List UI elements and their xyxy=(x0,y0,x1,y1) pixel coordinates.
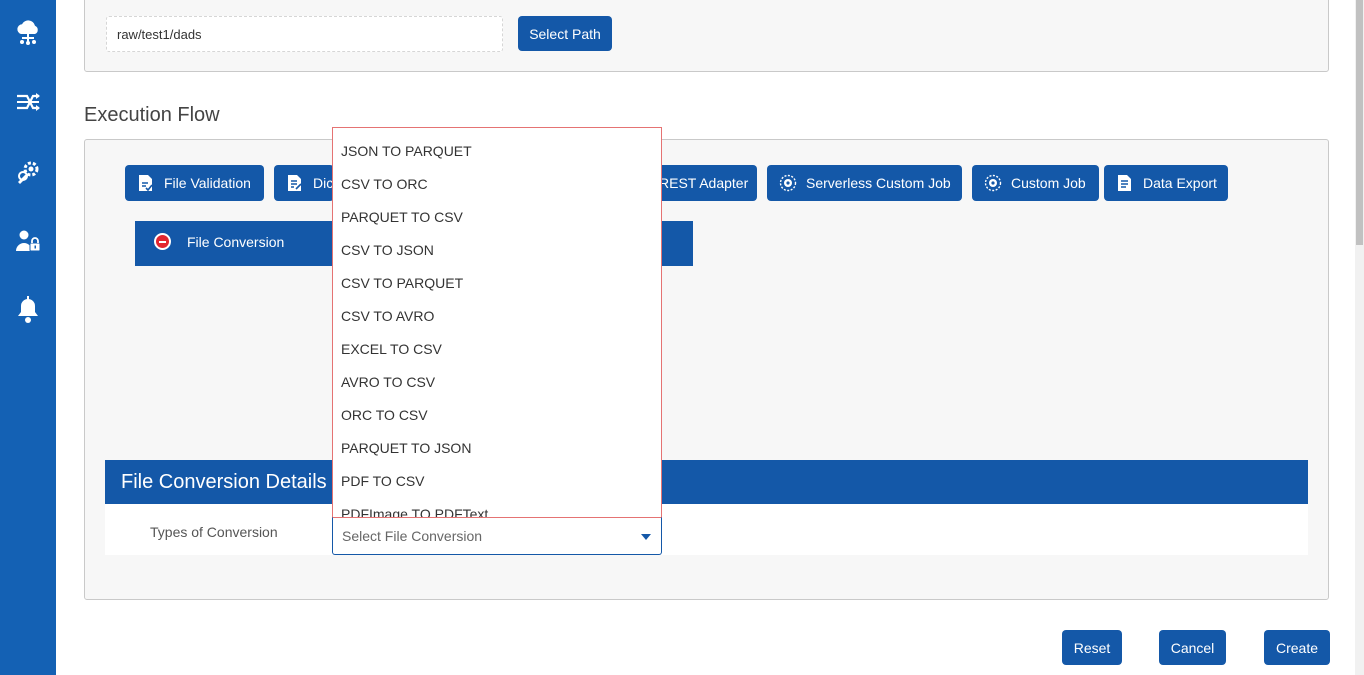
dropdown-option[interactable]: EXCEL TO CSV xyxy=(341,341,442,357)
stage-label: File Conversion xyxy=(187,234,285,250)
dropdown-option[interactable]: JSON TO PARQUET xyxy=(341,143,472,159)
dropdown-option[interactable]: AVRO TO CSV xyxy=(341,374,435,390)
select-placeholder: Select File Conversion xyxy=(342,528,483,544)
select-path-button[interactable]: Select Path xyxy=(518,16,612,51)
gear-circle-icon xyxy=(984,174,1002,192)
path-input[interactable] xyxy=(106,16,503,52)
data-export-label: Data Export xyxy=(1143,175,1217,191)
dropdown-option[interactable]: PDF TO CSV xyxy=(341,473,425,489)
rest-adapter-label: REST Adapter xyxy=(659,175,749,191)
dropdown-option[interactable]: PDFImage TO PDFText xyxy=(341,506,488,517)
document-icon xyxy=(1116,174,1134,192)
data-export-button[interactable]: Data Export xyxy=(1104,165,1228,201)
dropdown-option[interactable]: CSV TO AVRO xyxy=(341,308,434,324)
dropdown-option[interactable]: ORC TO CSV xyxy=(341,407,428,423)
dictionary-button[interactable]: Dic xyxy=(274,165,334,201)
details-body: Types of Conversion xyxy=(105,504,1308,555)
sidebar xyxy=(0,0,56,675)
reset-button[interactable]: Reset xyxy=(1062,630,1122,665)
cloud-network-icon[interactable] xyxy=(12,17,44,49)
shuffle-flow-icon[interactable] xyxy=(12,86,44,118)
file-check-icon xyxy=(137,174,155,192)
conversion-dropdown[interactable]: JSON TO PARQUET CSV TO ORC PARQUET TO CS… xyxy=(332,127,662,517)
cancel-button[interactable]: Cancel xyxy=(1159,630,1226,665)
file-edit-icon xyxy=(286,174,304,192)
file-validation-button[interactable]: File Validation xyxy=(125,165,264,201)
file-conversion-select[interactable]: Select File Conversion xyxy=(332,517,662,555)
path-card: Select Path xyxy=(84,0,1329,72)
wrench-gear-icon[interactable] xyxy=(12,156,44,188)
serverless-custom-job-label: Serverless Custom Job xyxy=(806,175,951,191)
dropdown-option[interactable]: PARQUET TO JSON xyxy=(341,440,471,456)
file-validation-label: File Validation xyxy=(164,175,251,191)
remove-icon[interactable] xyxy=(154,233,171,250)
custom-job-label: Custom Job xyxy=(1011,175,1086,191)
user-lock-icon[interactable] xyxy=(12,225,44,257)
bell-icon[interactable] xyxy=(12,294,44,326)
dropdown-option[interactable]: PARQUET TO CSV xyxy=(341,209,463,225)
create-button[interactable]: Create xyxy=(1264,630,1330,665)
serverless-custom-job-button[interactable]: Serverless Custom Job xyxy=(767,165,962,201)
gear-circle-icon xyxy=(779,174,797,192)
dropdown-option[interactable]: CSV TO PARQUET xyxy=(341,275,463,291)
details-header: File Conversion Details xyxy=(105,460,1308,504)
execution-flow-card: File Validation Dic REST Adapter Serverl… xyxy=(84,139,1329,600)
scrollbar-thumb[interactable] xyxy=(1356,0,1363,245)
types-of-conversion-label: Types of Conversion xyxy=(150,524,278,540)
details-title: File Conversion Details xyxy=(121,471,327,493)
custom-job-button[interactable]: Custom Job xyxy=(972,165,1099,201)
chevron-down-icon xyxy=(641,534,651,540)
dropdown-option[interactable]: CSV TO ORC xyxy=(341,176,428,192)
execution-flow-title: Execution Flow xyxy=(84,104,220,126)
dropdown-option[interactable]: CSV TO JSON xyxy=(341,242,434,258)
dictionary-label: Dic xyxy=(313,175,334,191)
